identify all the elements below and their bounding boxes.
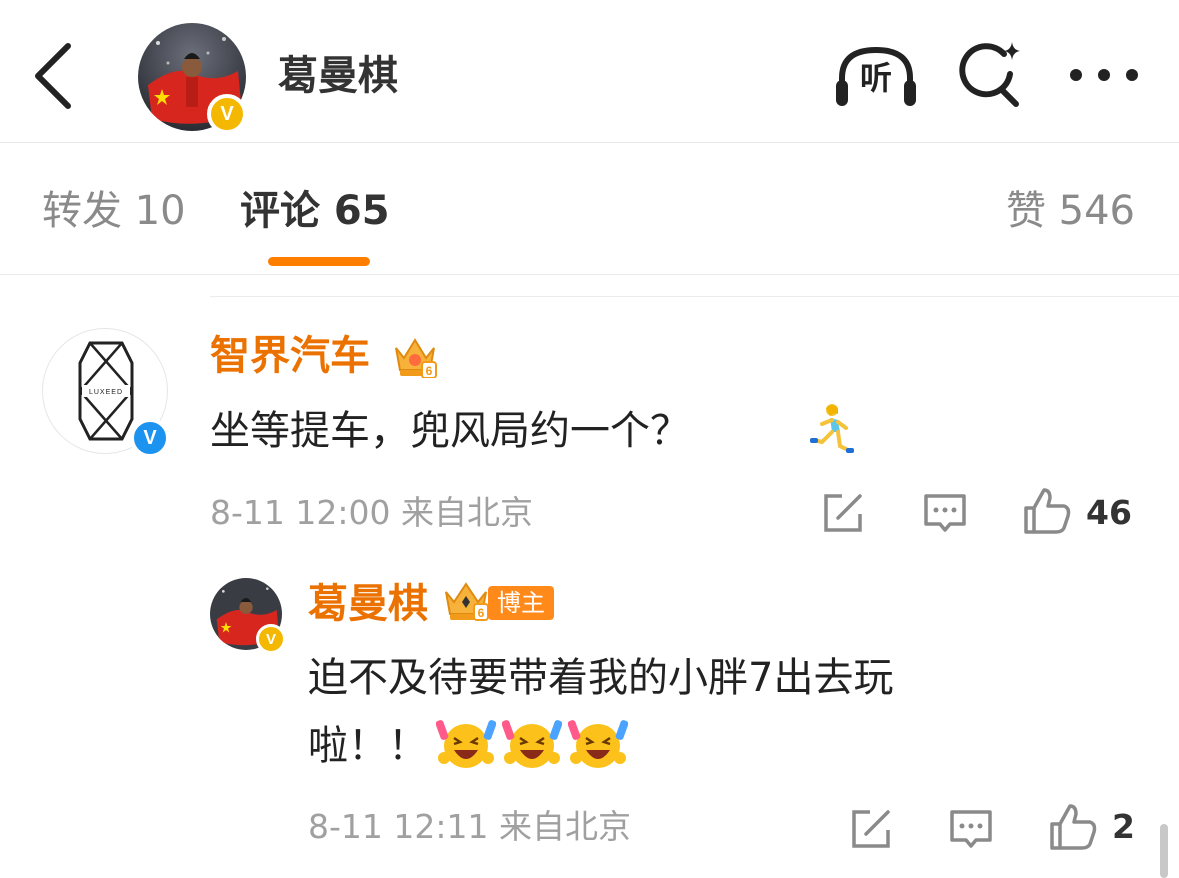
- back-arrow-icon[interactable]: [30, 42, 78, 110]
- active-tab-indicator: [268, 257, 370, 266]
- page-title[interactable]: 葛曼棋: [278, 50, 398, 102]
- author-badge: 博主: [488, 586, 554, 620]
- laughing-cheer-emoji: [502, 720, 562, 768]
- scrollbar[interactable]: [1160, 824, 1168, 878]
- listen-label: 听: [859, 59, 892, 97]
- repost-edit-icon[interactable]: [848, 806, 894, 852]
- thumbs-up-icon[interactable]: [1022, 486, 1072, 536]
- comment-icon[interactable]: [922, 490, 968, 536]
- search-sparkle-icon[interactable]: [956, 40, 1024, 110]
- divider: [0, 142, 1179, 143]
- svg-text:6: 6: [478, 606, 485, 620]
- comment-icon[interactable]: [948, 806, 994, 852]
- logo-text: LUXEED: [89, 389, 123, 396]
- like-count: 46: [1086, 493, 1132, 532]
- repost-edit-icon[interactable]: [820, 490, 866, 536]
- comment-text: 坐等提车，兜风局约一个？: [210, 408, 690, 454]
- laughing-cheer-emoji: [568, 720, 628, 768]
- tab-likes[interactable]: 赞 546: [1006, 186, 1135, 236]
- divider: [0, 274, 1179, 275]
- divider: [210, 296, 1179, 297]
- comment-meta: 8-11 12:00 来自北京: [210, 493, 533, 532]
- comment-username[interactable]: 智界汽车: [210, 330, 370, 382]
- more-dots-icon[interactable]: [1070, 68, 1138, 82]
- tab-repost[interactable]: 转发 10: [42, 186, 186, 236]
- woman-running-emoji: [810, 404, 854, 453]
- reply-meta: 8-11 12:11 来自北京: [308, 807, 631, 846]
- laughing-cheer-emoji: [436, 720, 496, 768]
- crown-level-icon: 6: [395, 338, 437, 378]
- thumbs-up-icon[interactable]: [1048, 802, 1098, 852]
- verified-badge-icon: V: [130, 418, 170, 458]
- reply-text: 迫不及待要带着我的小胖7出去玩: [308, 655, 894, 701]
- reply-text-line2: 啦！！: [308, 723, 428, 769]
- verified-badge-icon: V: [207, 94, 247, 134]
- like-count: 2: [1112, 807, 1135, 846]
- reply-username[interactable]: 葛曼棋: [308, 578, 428, 630]
- crown-level-icon: 6: [445, 582, 489, 621]
- verified-badge-icon: V: [256, 624, 286, 654]
- luxeed-logo-icon: LUXEED: [78, 341, 134, 441]
- svg-text:6: 6: [426, 364, 433, 378]
- tab-comments[interactable]: 评论 65: [240, 186, 390, 236]
